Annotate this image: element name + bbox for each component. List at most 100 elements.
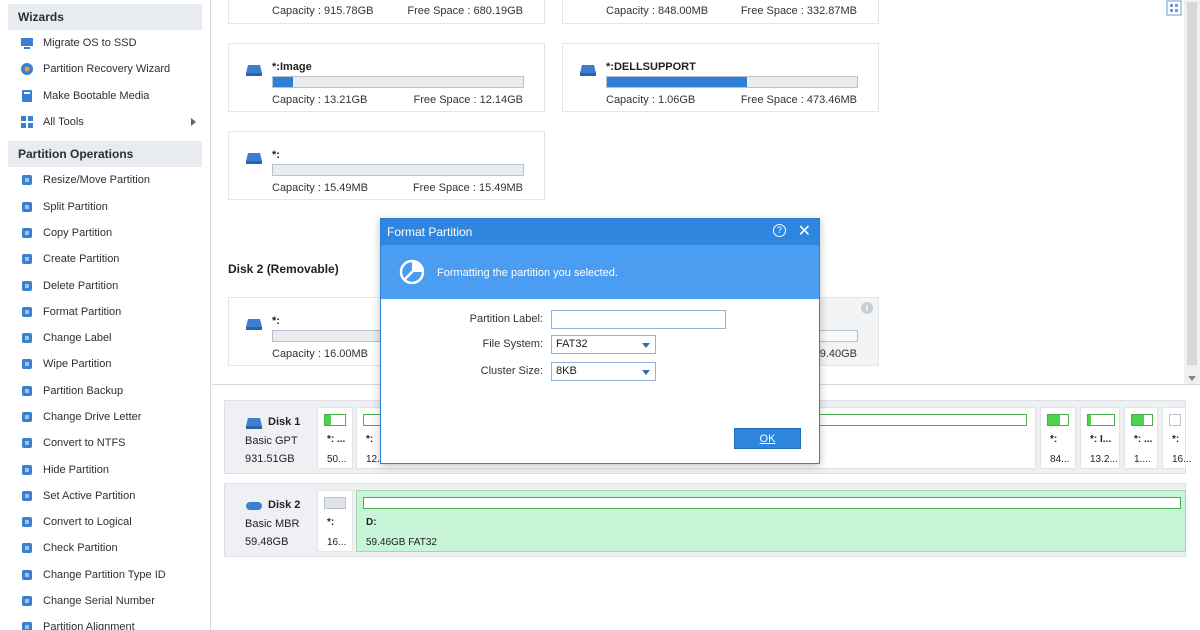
serial-icon [20,594,34,608]
sidebar-item-set-active[interactable]: Set Active Partition [8,483,202,509]
sidebar-item-label: Delete Partition [43,279,119,292]
sidebar-item-copy[interactable]: Copy Partition [8,220,202,246]
disk2-section-title: Disk 2 (Removable) [228,262,339,276]
sidebar-item-label: Make Bootable Media [43,89,150,102]
chevron-down-icon [642,343,650,348]
segment-name: *: I... [1090,434,1112,445]
disk-type: Basic MBR [245,518,300,530]
segment-size: 13.2... [1090,454,1118,465]
disk-segment-selected[interactable]: D: 59.46GB FAT32 [356,490,1186,552]
cluster-size-select[interactable]: 8KB [551,362,656,381]
sidebar-item-resize[interactable]: Resize/Move Partition [8,167,202,193]
view-toggle-icon[interactable] [1166,0,1182,16]
sidebar-item-label: Partition Alignment [43,621,135,630]
sidebar-item-check[interactable]: Check Partition [8,535,202,561]
sidebar-item-label[interactable]: Change Label [8,325,202,351]
chevron-down-icon [642,370,650,375]
scrollbar-thumb[interactable] [1187,2,1197,365]
partition-card-dellsupport[interactable]: *:DELLSUPPORT Capacity : 1.06GB Free Spa… [562,43,879,112]
dialog-banner-text: Formatting the partition you selected. [437,267,618,279]
sidebar-item-alignment[interactable]: Partition Alignment [8,614,202,630]
dialog-title: Format Partition [387,225,473,239]
sidebar-item-label: Change Serial Number [43,595,155,608]
convert-logical-icon [20,515,34,529]
hide-icon [20,463,34,477]
scroll-down-arrow-icon[interactable] [1188,376,1196,381]
segment-size: 50... [327,454,347,465]
segment-name: *: ... [327,434,346,445]
type-id-icon [20,568,34,582]
disk-segment[interactable]: *: ... 50... [317,407,353,469]
sidebar-item-backup[interactable]: Partition Backup [8,378,202,404]
sidebar-item-type-id[interactable]: Change Partition Type ID [8,562,202,588]
close-icon[interactable]: ✕ [798,219,811,245]
sidebar-item-serial[interactable]: Change Serial Number [8,588,202,614]
disk-segment[interactable]: *: ... 1.... [1124,407,1158,469]
info-icon[interactable]: i [861,302,873,314]
segment-size: 16... [1172,454,1192,465]
disk-info: Disk 2 Basic MBR 59.48GB [225,484,315,556]
cluster-size-value: 8KB [556,365,577,377]
partition-card-image[interactable]: *:Image Capacity : 13.21GB Free Space : … [228,43,545,112]
disk-row-2[interactable]: Disk 2 Basic MBR 59.48GB *: 16... D: 59.… [224,483,1186,557]
sidebar-item-partition-recovery[interactable]: Partition Recovery Wizard [8,56,202,82]
alignment-icon [20,620,34,630]
sidebar-item-split[interactable]: Split Partition [8,193,202,219]
partition-card[interactable]: Capacity : 915.78GB Free Space : 680.19G… [228,0,545,24]
segment-bar-fill [325,415,331,425]
sidebar-item-hide[interactable]: Hide Partition [8,456,202,482]
wizards-section: Wizards Migrate OS to SSD Partition Reco… [8,4,202,135]
drive-icon [246,65,262,76]
disk-segment[interactable]: *: 16... [1162,407,1191,469]
sidebar-item-label: Hide Partition [43,463,110,476]
operations-header: Partition Operations [8,141,202,168]
partition-capacity: Capacity : 15.49MB [272,182,368,194]
partition-free-space: Free Space : 15.49MB [412,182,523,194]
operations-section: Partition Operations Resize/Move Partiti… [8,141,202,630]
create-icon [20,252,34,266]
file-system-label: File System: [482,338,543,350]
partition-label-input[interactable] [551,310,726,329]
sidebar-item-convert-ntfs[interactable]: Convert to NTFS [8,430,202,456]
bootable-media-icon [20,89,34,103]
all-tools-icon [20,115,34,129]
segment-name: *: [1172,434,1180,445]
file-system-select[interactable]: FAT32 [551,335,656,354]
sidebar-item-bootable-media[interactable]: Make Bootable Media [8,83,202,109]
help-icon[interactable]: ? [773,224,786,237]
disk-segment[interactable]: *: 16... [317,490,353,552]
sidebar-item-all-tools[interactable]: All Tools [8,109,202,135]
check-icon [20,541,34,555]
vertical-scrollbar[interactable] [1184,0,1200,384]
sidebar-item-migrate-os[interactable]: Migrate OS to SSD [8,30,202,56]
sidebar-item-format[interactable]: Format Partition [8,299,202,325]
segment-bar-fill [1132,415,1144,425]
segment-bar [1131,414,1153,426]
label-icon [20,331,34,345]
sidebar-item-label: Resize/Move Partition [43,174,150,187]
usage-bar [606,76,858,88]
copy-icon [20,226,34,240]
delete-icon [20,279,34,293]
migrate-os-icon [20,36,34,50]
disk-size: 931.51GB [245,453,295,465]
disk-segment[interactable]: *: 84... [1040,407,1076,469]
disk-size: 59.48GB [245,536,289,548]
sidebar-item-create[interactable]: Create Partition [8,246,202,272]
sidebar-item-delete[interactable]: Delete Partition [8,272,202,298]
sidebar-item-convert-logical[interactable]: Convert to Logical [8,509,202,535]
removable-disk-icon [246,502,262,510]
file-system-value: FAT32 [556,338,588,350]
sidebar-item-drive-letter[interactable]: Change Drive Letter [8,404,202,430]
partition-free-space: Free Space : 332.87MB [740,5,857,17]
wipe-icon [20,357,34,371]
partition-capacity: Capacity : 915.78GB [272,5,374,17]
format-icon [20,305,34,319]
partition-card[interactable]: Capacity : 848.00MB Free Space : 332.87M… [562,0,879,24]
partition-card-unnamed[interactable]: *: Capacity : 15.49MB Free Space : 15.49… [228,131,545,200]
ok-button[interactable]: OK [734,428,801,449]
disk-type: Basic GPT [245,435,298,447]
sidebar-item-wipe[interactable]: Wipe Partition [8,351,202,377]
disk-segment[interactable]: *: I... 13.2... [1080,407,1120,469]
segment-name: D: [366,517,377,528]
